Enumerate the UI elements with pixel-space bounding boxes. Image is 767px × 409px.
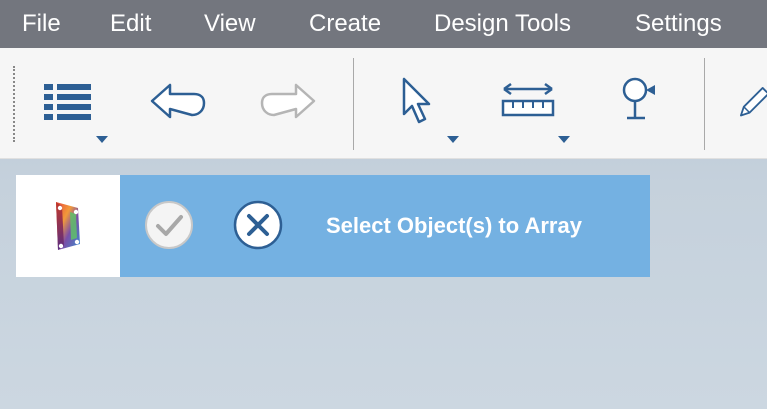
- select-button[interactable]: [390, 70, 440, 132]
- redo-icon: [260, 83, 316, 119]
- list-button[interactable]: [36, 70, 100, 132]
- command-prompt-text: Select Object(s) to Array: [326, 213, 582, 238]
- list-dropdown-arrow[interactable]: [96, 136, 108, 143]
- cancel-button[interactable]: [233, 200, 283, 250]
- app-logo-icon: [56, 202, 80, 250]
- pencil-icon: [739, 87, 767, 117]
- menu-create[interactable]: Create: [309, 8, 381, 40]
- toolbar-separator: [704, 58, 705, 150]
- menu-edit[interactable]: Edit: [110, 8, 151, 40]
- app-logo: [16, 175, 120, 277]
- select-pointer-icon: [402, 77, 431, 124]
- toolbar-separator: [353, 58, 354, 150]
- toolbar: [0, 48, 767, 159]
- menu-file[interactable]: File: [22, 8, 61, 40]
- redo-button[interactable]: [256, 70, 320, 132]
- pin-icon: [622, 77, 655, 120]
- list-icon: [44, 84, 91, 120]
- measure-button[interactable]: [496, 70, 560, 132]
- measure-dropdown-arrow[interactable]: [558, 136, 570, 143]
- menu-settings[interactable]: Settings: [635, 8, 722, 40]
- undo-icon: [150, 83, 206, 119]
- confirm-button[interactable]: [144, 200, 194, 250]
- menu-bar: File Edit View Create Design Tools Setti…: [0, 0, 767, 48]
- command-panel: Select Object(s) to Array: [16, 175, 650, 277]
- command-prompt-bar: Select Object(s) to Array: [120, 175, 650, 277]
- menu-design-tools[interactable]: Design Tools: [434, 8, 571, 40]
- toolbar-grip[interactable]: [13, 66, 15, 142]
- pin-button[interactable]: [610, 70, 664, 132]
- menu-view[interactable]: View: [204, 8, 256, 40]
- close-icon: [233, 200, 283, 250]
- checkmark-icon: [145, 201, 193, 249]
- undo-button[interactable]: [146, 70, 210, 132]
- pencil-button[interactable]: [738, 70, 767, 132]
- measure-icon: [501, 82, 555, 117]
- select-dropdown-arrow[interactable]: [447, 136, 459, 143]
